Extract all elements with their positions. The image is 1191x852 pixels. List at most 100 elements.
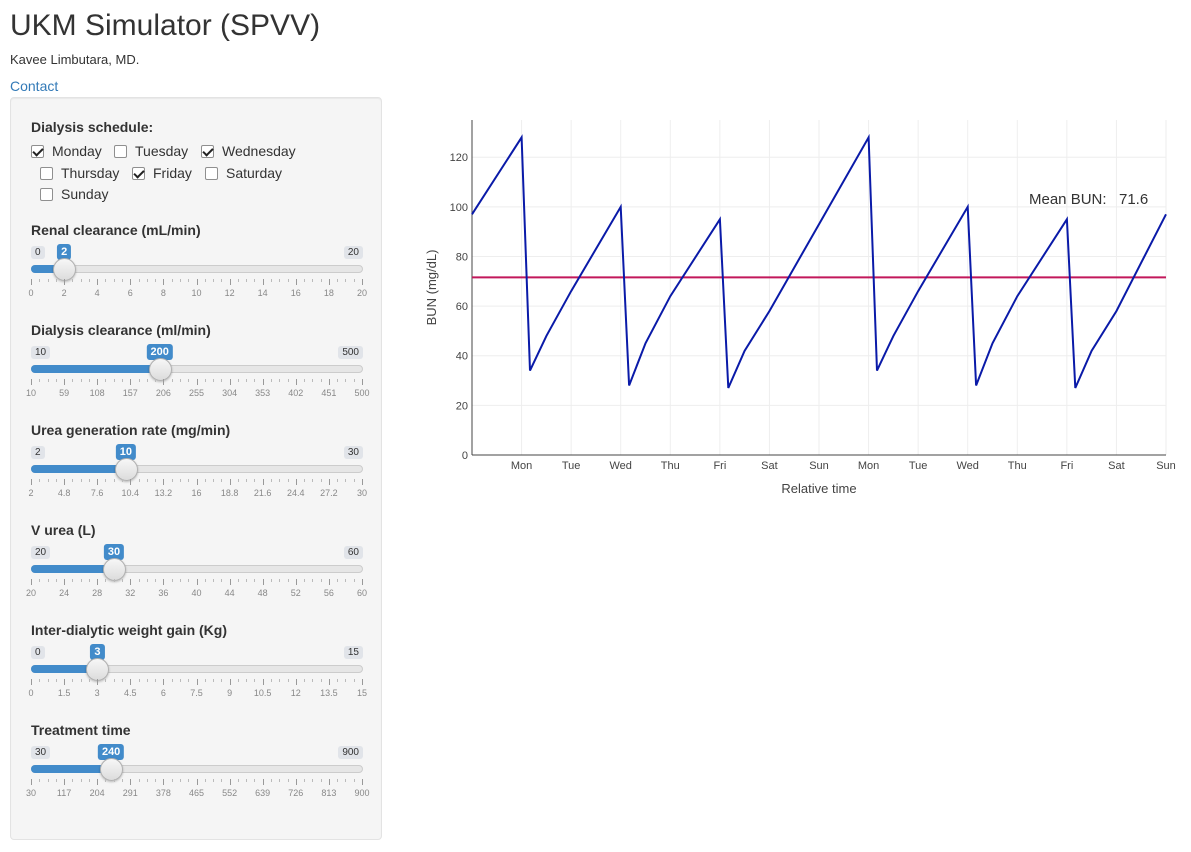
slider-tick-mark: [31, 379, 32, 385]
slider-tick-mark: [171, 779, 173, 782]
slider-tick-mark: [163, 279, 165, 285]
slider-tick-mark: [328, 279, 330, 285]
slider-max-label: 500: [338, 346, 363, 359]
slider-tick-mark: [362, 279, 363, 285]
checkbox-wednesday[interactable]: Wednesday: [201, 143, 296, 159]
slider-tick-mark: [213, 479, 215, 482]
slider-tick-mark: [287, 279, 289, 282]
slider-tick-mark: [146, 679, 148, 682]
slider-tick-label: 108: [89, 388, 105, 398]
renal-clearance-label: Renal clearance (mL/min): [31, 222, 201, 238]
slider-max-label: 900: [338, 746, 363, 759]
monday-checkbox-box[interactable]: [31, 144, 44, 158]
slider-tick-mark: [229, 679, 231, 685]
treatment-time-slider[interactable]: 30 900 240 30 117 204 291 378 465 552 639 726 813…: [26, 744, 370, 806]
slider-tick-label: 813: [321, 788, 337, 798]
slider-handle[interactable]: [114, 458, 138, 481]
contact-link[interactable]: Contact: [10, 78, 58, 94]
slider-tick-mark: [312, 379, 314, 382]
slider-tick-label: 60: [356, 588, 368, 598]
slider-min-label: 0: [31, 646, 45, 659]
slider-tick-mark: [188, 479, 190, 482]
checkbox-monday[interactable]: Monday: [31, 143, 102, 159]
slider-tick-mark: [47, 779, 49, 782]
slider-tick-mark: [113, 279, 115, 282]
y-axis-label: BUN (mg/dL): [424, 250, 439, 326]
thursday-checkbox-box[interactable]: [40, 166, 53, 180]
urea-generation-slider[interactable]: 2 30 10 2 4.8 7.6 10.4 13.2 16 18.8 21.6 24.4 27.…: [28, 444, 367, 506]
slider-tick-mark: [155, 679, 157, 682]
renal-clearance-slider[interactable]: 0 20 2 0 2 4 6 8 10 12 14 16 18 20: [28, 244, 367, 306]
slider-tick-mark: [113, 679, 115, 682]
slider-tick-mark: [362, 379, 363, 385]
slider-tick-label: 13.2: [154, 488, 173, 498]
slider-tick-label: 304: [222, 388, 238, 398]
slider-handle[interactable]: [103, 558, 126, 581]
x-tick-label: Fri: [713, 460, 726, 472]
x-tick-label: Wed: [957, 460, 979, 472]
slider-tick-mark: [39, 579, 41, 582]
slider-tick-mark: [72, 379, 74, 382]
slider-tick-mark: [55, 479, 57, 482]
v-urea-slider[interactable]: 20 60 30 20 24 28 32 36 40 44 48 52 56 60: [26, 544, 367, 606]
slider-tick-mark: [353, 679, 355, 682]
slider-tick-mark: [204, 479, 206, 482]
slider-tick-label: 52: [290, 588, 301, 598]
slider-ticks: 20 24 28 32 36 40 44 48 52 56 60: [26, 579, 367, 599]
slider-handle[interactable]: [148, 358, 172, 381]
checkbox-saturday-label: Saturday: [226, 165, 283, 181]
slider-tick-mark: [155, 779, 157, 782]
schedule-label: Dialysis schedule:: [31, 119, 154, 135]
saturday-checkbox-box[interactable]: [205, 166, 218, 180]
slider-tick-mark: [337, 679, 339, 682]
slider-tick-mark: [113, 579, 115, 582]
slider-tick-mark: [353, 479, 355, 482]
slider-tick-mark: [304, 379, 306, 382]
slider-handle[interactable]: [86, 658, 110, 681]
slider-tick-mark: [47, 379, 49, 382]
slider-track[interactable]: [31, 265, 363, 273]
slider-handle[interactable]: [53, 258, 77, 281]
slider-tick-mark: [254, 679, 256, 682]
checkbox-tuesday[interactable]: Tuesday: [114, 143, 188, 159]
y-tick-label: 120: [450, 152, 468, 164]
slider-tick-mark: [88, 579, 90, 582]
slider-tick-mark: [196, 379, 198, 385]
slider-tick-mark: [179, 379, 181, 382]
checkbox-sunday[interactable]: Sunday: [40, 186, 108, 202]
checkbox-friday[interactable]: Friday: [132, 165, 192, 181]
slider-min-label: 20: [31, 546, 51, 559]
slider-tick-mark: [72, 479, 74, 482]
slider-tick-mark: [138, 679, 140, 682]
slider-tick-mark: [312, 779, 314, 782]
checkbox-thursday-label: Thursday: [61, 165, 120, 181]
friday-checkbox-box[interactable]: [132, 166, 145, 180]
slider-tick-mark: [229, 279, 231, 285]
checkbox-saturday[interactable]: Saturday: [205, 165, 282, 181]
slider-handle[interactable]: [100, 758, 124, 781]
mean-bun-annotation-value: 71.6: [1119, 191, 1148, 208]
y-tick-label: 60: [456, 301, 468, 313]
slider-tick-mark: [254, 479, 256, 482]
weight-gain-slider[interactable]: 0 15 3 0 1.5 3 4.5 6 7.5 9 10.5 12 13.5 15: [28, 644, 367, 706]
sunday-checkbox-box[interactable]: [40, 187, 53, 201]
slider-tick-mark: [31, 579, 32, 585]
slider-min-label: 2: [31, 446, 45, 459]
slider-tick-mark: [295, 779, 297, 785]
slider-tick-mark: [213, 279, 215, 282]
slider-tick-label: 10.4: [121, 488, 140, 498]
slider-ticks: 2 4.8 7.6 10.4 13.2 16 18.8 21.6 24.4 27.2 30: [28, 479, 367, 499]
slider-tick-mark: [64, 379, 66, 385]
wednesday-checkbox-box[interactable]: [201, 144, 214, 158]
slider-tick-label: 20: [356, 288, 368, 298]
slider-tick-label: 2: [28, 488, 34, 498]
checkbox-thursday[interactable]: Thursday: [40, 165, 119, 181]
x-tick-label: Mon: [858, 460, 879, 472]
slider-tick-mark: [80, 779, 82, 782]
dialysis-clearance-slider[interactable]: 10 500 200 10 59 108 157 206 255 304 353 402 451 5…: [26, 344, 370, 406]
slider-ticks: 0 1.5 3 4.5 6 7.5 9 10.5 12 13.5 15: [28, 679, 367, 699]
tuesday-checkbox-box[interactable]: [114, 144, 127, 158]
slider-tick-label: 4: [94, 288, 100, 298]
slider-tick-mark: [221, 679, 223, 682]
slider-tick-mark: [105, 779, 107, 782]
